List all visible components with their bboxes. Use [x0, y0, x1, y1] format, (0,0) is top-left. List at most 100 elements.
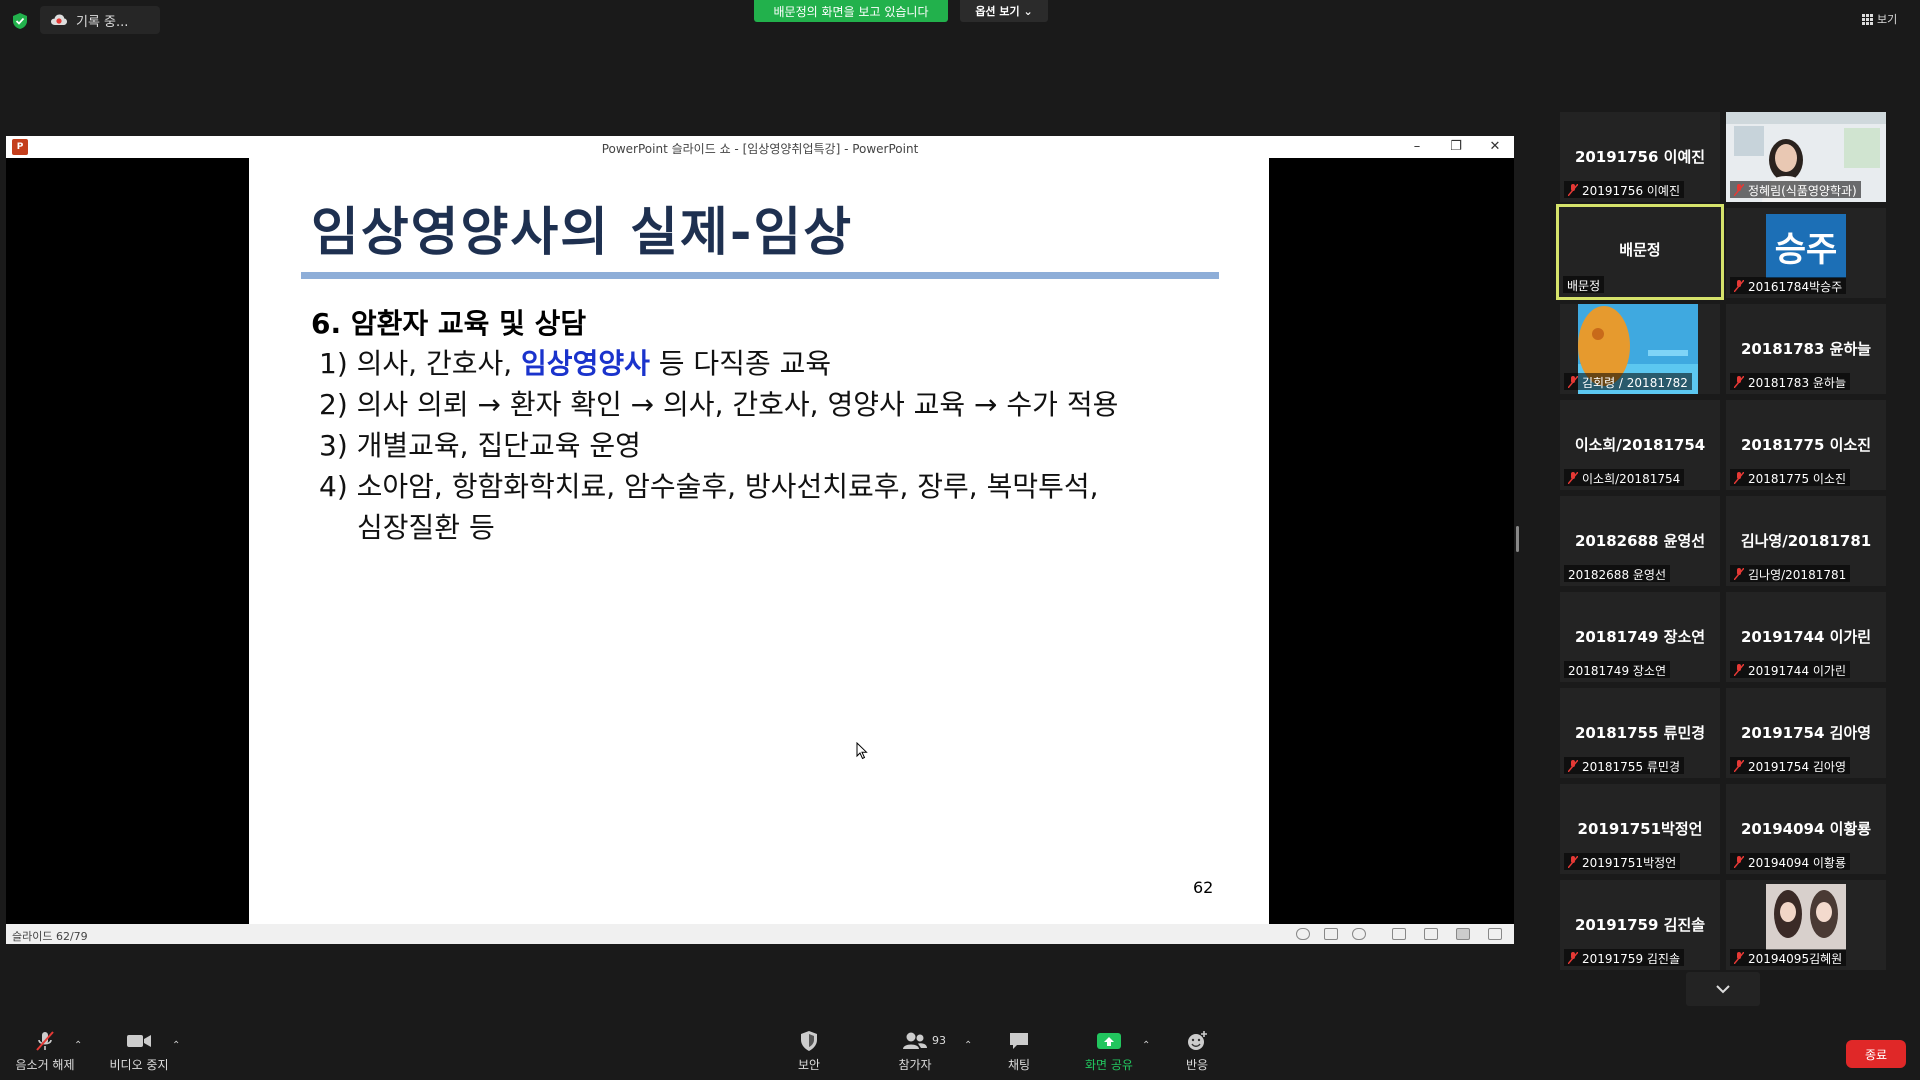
normal-view-icon[interactable]	[1392, 928, 1406, 940]
participant-tile[interactable]: 20191751박정언 20191751박정언	[1560, 784, 1720, 874]
participant-tile[interactable]: 20194094 이황룡 20194094 이황룡	[1726, 784, 1886, 874]
participant-label: 김나영/20181781	[1730, 565, 1851, 582]
slide-line-2: 2) 의사 의뢰 → 환자 확인 → 의사, 간호사, 영양사 교육 → 수가 …	[319, 388, 1119, 421]
slide-line-4: 4) 소아암, 항함화학치료, 암수술후, 방사선치료후, 장루, 복막투석,	[319, 470, 1099, 503]
participant-label: 김회령 / 20181782	[1564, 373, 1692, 390]
shield-icon	[801, 1031, 817, 1051]
participant-label-text: 20194094 이황룡	[1748, 856, 1847, 870]
participant-tile[interactable]: 20191756 이예진 20191756 이예진	[1560, 112, 1720, 202]
participant-label: 20191744 이가린	[1730, 661, 1851, 678]
participant-label: 20194095김혜원	[1730, 949, 1847, 966]
notes-icon[interactable]	[1324, 928, 1338, 940]
participant-tile[interactable]: 20181755 류민경 20181755 류민경	[1560, 688, 1720, 778]
participant-label-text: 20181775 이소진	[1748, 472, 1847, 486]
panel-splitter[interactable]	[1516, 526, 1519, 552]
reading-view-icon[interactable]	[1456, 928, 1470, 940]
participant-tile[interactable]: 20191759 김진솔 20191759 김진솔	[1560, 880, 1720, 970]
end-meeting-button[interactable]: 종료	[1846, 1040, 1906, 1068]
participant-tile[interactable]: 20181749 장소연 20181749 장소연	[1560, 592, 1720, 682]
participant-label: 20191754 김아영	[1730, 757, 1851, 774]
participant-tile[interactable]: 이소희/20181754 이소희/20181754	[1560, 400, 1720, 490]
participant-label-text: 이소희/20181754	[1582, 472, 1681, 486]
muted-mic-icon	[1734, 856, 1744, 868]
participant-label: 20191756 이예진	[1564, 181, 1685, 198]
participants-icon	[903, 1032, 927, 1049]
share-options-caret[interactable]: ⌃	[1142, 1040, 1150, 1051]
video-camera-icon	[127, 1035, 151, 1047]
participant-label-text: 20191756 이예진	[1582, 184, 1681, 198]
video-options-caret[interactable]: ⌃	[172, 1040, 180, 1051]
slide-sorter-icon[interactable]	[1424, 928, 1438, 940]
participant-name: 20181755 류민경	[1574, 724, 1706, 742]
slide-counter: 슬라이드 62/79	[12, 930, 88, 943]
participant-name: 20191756 이예진	[1574, 148, 1706, 166]
slideshow-icon[interactable]	[1488, 928, 1502, 940]
minimize-icon[interactable]: –	[1404, 138, 1430, 156]
participant-label-text: 20181783 윤하늘	[1748, 376, 1847, 390]
reactions-label: 반응	[1185, 1058, 1209, 1072]
reactions-button[interactable]: 반응	[1152, 1030, 1242, 1073]
participant-name: 20191759 김진솔	[1574, 916, 1706, 934]
participant-tile-video[interactable]: 김회령 / 20181782	[1560, 304, 1720, 394]
participant-count-badge: 93	[932, 1034, 946, 1047]
participant-label: 이소희/20181754	[1564, 469, 1685, 486]
security-button[interactable]: 보안	[764, 1030, 854, 1073]
muted-mic-icon	[1734, 952, 1744, 964]
participant-name: 20194094 이황룡	[1740, 820, 1872, 838]
participant-name: 20191744 이가린	[1740, 628, 1872, 646]
restore-icon[interactable]: ❐	[1443, 138, 1469, 156]
participants-options-caret[interactable]: ⌃	[964, 1040, 972, 1051]
participant-label: 20181755 류민경	[1564, 757, 1685, 774]
muted-mic-icon	[1734, 472, 1744, 484]
audio-options-caret[interactable]: ⌃	[74, 1040, 82, 1051]
security-shield-icon[interactable]	[12, 12, 28, 30]
participant-name: 이소희/20181754	[1574, 436, 1706, 454]
participant-tile[interactable]: 김나영/20181781 김나영/20181781	[1726, 496, 1886, 586]
participant-tile[interactable]: 20191754 김아영 20191754 김아영	[1726, 688, 1886, 778]
next-slide-icon[interactable]	[1352, 928, 1366, 940]
participant-name: 20191751박정언	[1577, 820, 1703, 838]
close-icon[interactable]: ✕	[1482, 138, 1508, 156]
participants-button[interactable]: 참가자	[870, 1030, 960, 1073]
participant-tile[interactable]: 20181783 윤하늘 20181783 윤하늘	[1726, 304, 1886, 394]
active-speaker-tile[interactable]: 배문정 배문정	[1556, 204, 1724, 300]
participant-label: 20191751박정언	[1564, 853, 1681, 870]
muted-mic-icon	[1734, 568, 1744, 580]
share-screen-label: 화면 공유	[1085, 1058, 1133, 1072]
participant-tile[interactable]: 20181775 이소진 20181775 이소진	[1726, 400, 1886, 490]
view-toggle-label: 보기	[1877, 13, 1898, 26]
participant-tile[interactable]: 20191744 이가린 20191744 이가린	[1726, 592, 1886, 682]
participant-tile[interactable]: 20182688 윤영선 20182688 윤영선	[1560, 496, 1720, 586]
line1-prefix: 1) 의사, 간호사,	[319, 347, 522, 380]
participant-tile-video[interactable]: 20194095김혜원	[1726, 880, 1886, 970]
stop-video-button[interactable]: 비디오 중지	[94, 1030, 184, 1073]
muted-mic-icon	[1568, 472, 1578, 484]
participant-tile-video[interactable]: 정혜림(식품영양학과)	[1726, 112, 1886, 202]
slide-page-number: 62	[1193, 878, 1214, 897]
participant-label-text: 20181755 류민경	[1582, 760, 1681, 774]
participant-name: 20181783 윤하늘	[1740, 340, 1872, 358]
participant-label-text: 20194095김혜원	[1748, 952, 1843, 966]
view-options-button[interactable]: 옵션 보기 ⌄	[960, 0, 1048, 22]
participant-name: 20181775 이소진	[1740, 436, 1872, 454]
ppt-titlebar: P PowerPoint 슬라이드 쇼 - [임상영양취업특강] - Power…	[6, 136, 1514, 158]
participant-tile[interactable]: 승주 20161784박승주	[1726, 208, 1886, 298]
chat-label: 채팅	[1007, 1058, 1031, 1072]
chevron-down-icon	[1716, 985, 1730, 994]
previous-slide-icon[interactable]	[1296, 928, 1310, 940]
cloud-record-icon	[51, 14, 67, 25]
muted-mic-icon	[1734, 760, 1744, 772]
gallery-view-button[interactable]: 보기	[1862, 8, 1916, 30]
slide-line-1: 1) 의사, 간호사, 임상영양사 등 다직종 교육	[319, 342, 831, 382]
gallery-next-page-button[interactable]	[1686, 972, 1760, 1006]
recording-indicator[interactable]: 기록 중...	[40, 6, 160, 34]
participant-label: 20161784박승주	[1730, 277, 1847, 294]
unmute-button[interactable]: 음소거 해제	[0, 1030, 90, 1073]
line1-suffix: 등 다직종 교육	[649, 347, 832, 380]
participant-label: 20181749 장소연	[1564, 661, 1671, 678]
share-screen-button[interactable]: 화면 공유	[1064, 1030, 1154, 1073]
participant-label-text: 정혜림(식품영양학과)	[1748, 184, 1857, 198]
chat-button[interactable]: 채팅	[974, 1030, 1064, 1073]
participant-name: 김나영/20181781	[1740, 532, 1872, 550]
slide-heading: 6. 암환자 교육 및 상담	[311, 307, 587, 340]
